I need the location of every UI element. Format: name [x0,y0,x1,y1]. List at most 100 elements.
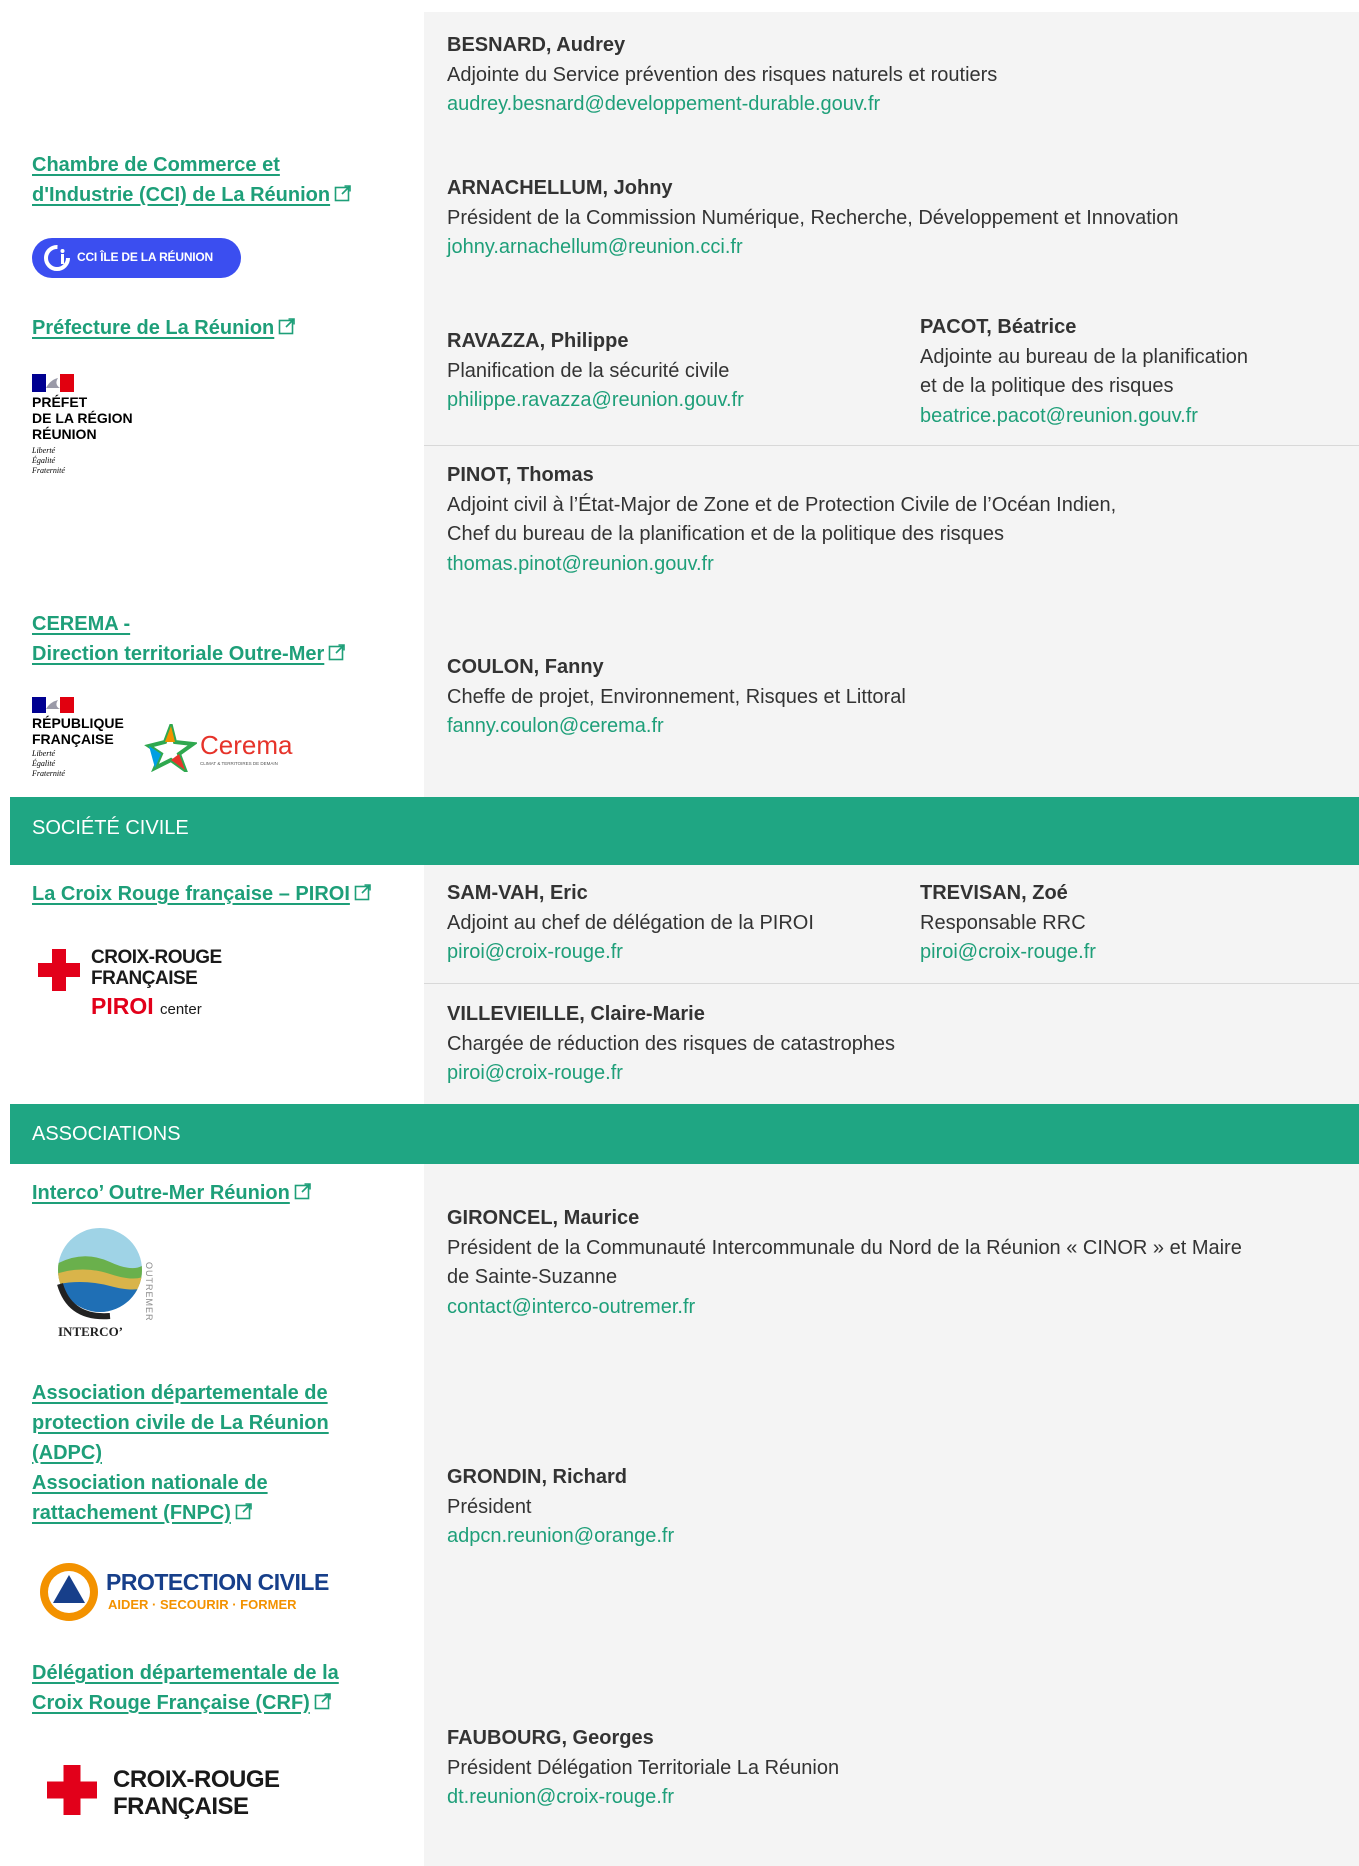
contacts-subdivider [424,983,1359,984]
row-dreal: BESNARD, Audrey Adjointe du Service prév… [0,12,1359,134]
contact-arnachellum: ARNACHELLUM, Johny Président de la Commi… [447,174,1179,263]
contact-email-link[interactable]: audrey.besnard@developpement-durable.gou… [447,90,997,120]
section-header-associations: ASSOCIATIONS [10,1104,1359,1164]
croix-rouge-francaise-logo: CROIX-ROUGE FRANÇAISE [47,1765,307,1825]
croix-rouge-piroi-logo: CROIX-ROUGE FRANÇAISE PIROI center [38,945,248,1025]
contact-gironcel: GIRONCEL, Maurice Président de la Commun… [447,1204,1242,1322]
republique-francaise-logo: RÉPUBLIQUE FRANÇAISE Liberté Égalité Fra… [32,697,142,779]
contact-sam-vah: SAM-VAH, Eric Adjoint au chef de délégat… [447,879,814,968]
motto-egalite: Égalité [32,456,56,465]
piroi-logo-text: PIROI [91,993,154,1019]
interco-logo: OUTREMER INTERCO’ [50,1224,170,1344]
contact-email-link[interactable]: dt.reunion@croix-rouge.fr [447,1783,839,1813]
org-link-prefecture[interactable]: Préfecture de La Réunion [32,313,296,343]
cci-logo-text: CCI ÎLE DE LA RÉUNION [77,250,214,264]
section-header-societe-civile: SOCIÉTÉ CIVILE [10,797,1359,865]
cci-logo: CCI ÎLE DE LA RÉUNION [32,238,241,278]
interco-logo-text: INTERCO’ [58,1324,124,1339]
row-croix-rouge-piroi: La Croix Rouge française – PIROI CROIX-R… [0,865,1359,1104]
contact-role: Cheffe de projet, Environnement, Risques… [447,685,906,708]
contact-faubourg: FAUBOURG, Georges Président Délégation T… [447,1724,839,1813]
prefet-logo-line1: PRÉFET [32,394,88,410]
protection-civile-logo: PROTECTION CIVILE AIDER · SECOURIR · FOR… [38,1561,358,1625]
contact-email-link[interactable]: adpcn.reunion@orange.fr [447,1522,674,1552]
contact-email-link[interactable]: contact@interco-outremer.fr [447,1293,1242,1323]
contact-email-link[interactable]: fanny.coulon@cerema.fr [447,712,906,742]
piroi-center-text: center [160,1001,202,1018]
org-link-crf[interactable]: Délégation départementale de la Croix Ro… [32,1658,339,1718]
contact-email-link[interactable]: thomas.pinot@reunion.gouv.fr [447,550,1116,580]
section-title: ASSOCIATIONS [32,1123,181,1145]
org-name: La Croix Rouge française – PIROI [32,883,350,905]
marianne-flag-icon [32,374,74,392]
contact-name: SAM-VAH, Eric [447,882,588,904]
contact-name: PACOT, Béatrice [920,316,1077,338]
contact-role: Responsable RRC [920,911,1086,934]
contact-role: Président Délégation Territoriale La Réu… [447,1756,840,1779]
protection-civile-title: PROTECTION CIVILE [106,1569,329,1595]
contact-name: GIRONCEL, Maurice [447,1207,640,1229]
contact-email-link[interactable]: piroi@croix-rouge.fr [920,938,1096,968]
org-name-line1: Association départementale de [32,1382,328,1404]
protection-civile-triangle-icon [40,1563,98,1621]
org-link-croix-rouge-piroi[interactable]: La Croix Rouge française – PIROI [32,879,372,909]
org-name: Préfecture de La Réunion [32,317,275,339]
contact-role-line1: Président de la Communauté Intercommunal… [447,1236,1242,1259]
org-name-line2: d'Industrie (CCI) de La Réunion [32,184,331,206]
org-name-line3: (ADPC) [32,1442,102,1464]
org-link-cerema[interactable]: CEREMA - Direction territoriale Outre-Me… [32,609,346,669]
contact-pinot: PINOT, Thomas Adjoint civil à l’État-Maj… [447,461,1116,579]
prefet-logo-line3: RÉUNION [32,426,97,442]
contact-name: VILLEVIEILLE, Claire-Marie [447,1003,705,1025]
contact-trevisan: TREVISAN, Zoé Responsable RRC piroi@croi… [920,879,1096,968]
contact-name: RAVAZZA, Philippe [447,330,629,352]
prefet-logo-line2: DE LA RÉGION [32,410,133,426]
interco-globe-icon [57,1228,142,1320]
contact-ravazza: RAVAZZA, Philippe Planification de la sé… [447,327,744,416]
contact-email-link[interactable]: piroi@croix-rouge.fr [447,938,814,968]
contact-name: ARNACHELLUM, Johny [447,177,673,199]
contact-email-link[interactable]: philippe.ravazza@reunion.gouv.fr [447,386,744,416]
contact-besnard: BESNARD, Audrey Adjointe du Service prév… [447,31,997,120]
org-link-interco[interactable]: Interco’ Outre-Mer Réunion [32,1178,312,1208]
org-link-adpc[interactable]: Association départementale de protection… [32,1378,329,1528]
contact-role: Chargée de réduction des risques de cata… [447,1032,896,1055]
org-name-line1: Délégation départementale de la [32,1662,339,1684]
cerema-logo-text: Cerema [200,730,293,760]
contact-name: GRONDIN, Richard [447,1466,628,1488]
contact-role: Président de la Commission Numérique, Re… [447,206,1179,229]
contacts-directory-page: BESNARD, Audrey Adjointe du Service prév… [0,0,1359,1866]
motto-liberte: Liberté [32,446,56,455]
contact-role-line2: et de la politique des risques [920,375,1174,397]
rf-logo-line1: RÉPUBLIQUE [32,715,124,731]
contact-role: Président [447,1495,532,1518]
contact-grondin: GRONDIN, Richard Président adpcn.reunion… [447,1463,674,1552]
org-name-line2: Direction territoriale Outre-Mer [32,643,325,665]
row-interco: Interco’ Outre-Mer Réunion OUTREMER INTE… [0,1164,1359,1365]
cr-logo-line1: CROIX-ROUGE [91,947,222,968]
interco-side-text: OUTREMER [144,1262,154,1322]
protection-civile-subtitle: AIDER · SECOURIR · FORMER [108,1597,297,1612]
external-link-icon [278,318,296,335]
rf-logo-line2: FRANÇAISE [32,731,114,747]
contact-villevieille: VILLEVIEILLE, Claire-Marie Chargée de ré… [447,1000,895,1089]
external-link-icon [294,1183,311,1200]
red-cross-icon [47,1765,97,1815]
contact-name: TREVISAN, Zoé [920,882,1068,904]
external-link-icon [328,644,346,661]
marianne-flag-icon [32,697,74,713]
contact-role-line2: Chef du bureau de la planification et de… [447,523,1005,545]
contact-email-link[interactable]: piroi@croix-rouge.fr [447,1059,895,1089]
contact-email-link[interactable]: johny.arnachellum@reunion.cci.fr [447,233,1179,263]
contact-role: Adjointe du Service prévention des risqu… [447,63,998,86]
org-link-cci[interactable]: Chambre de Commerce et d'Industrie (CCI)… [32,150,352,210]
contact-role: Adjoint au chef de délégation de la PIRO… [447,911,814,934]
org-cell-empty [0,12,424,134]
external-link-icon [314,1693,331,1710]
contact-email-link[interactable]: beatrice.pacot@reunion.gouv.fr [920,402,1248,432]
contacts-subdivider [424,445,1359,446]
org-name-line1: CEREMA - [32,613,131,635]
cerema-star-icon [144,724,197,772]
contact-role-line2: de Sainte-Suzanne [447,1266,618,1288]
org-name-line4: Association nationale de [32,1472,268,1494]
